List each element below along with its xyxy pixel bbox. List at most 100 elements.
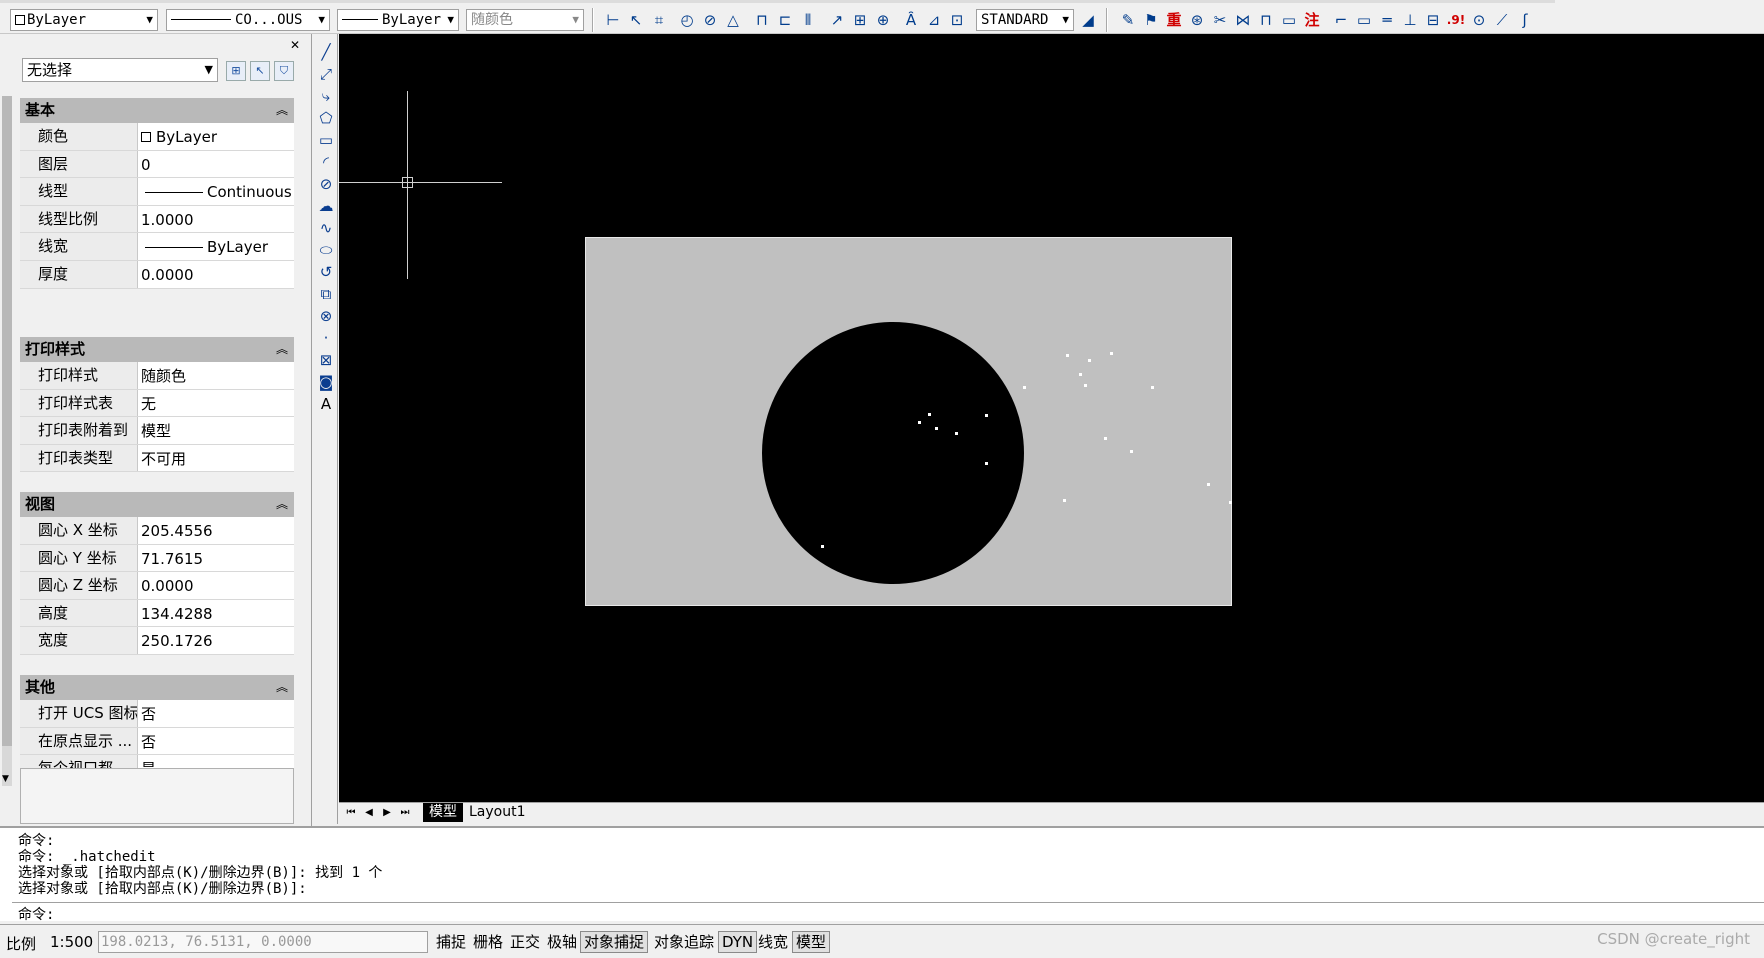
insert-block-icon[interactable]: ⧉: [316, 284, 336, 304]
property-row[interactable]: 线宽 ByLayer: [20, 233, 294, 261]
grid-toggle[interactable]: 栅格: [469, 931, 507, 953]
center-mark-icon[interactable]: ⊕: [873, 10, 893, 30]
line-slope-icon[interactable]: ⟋: [1492, 10, 1512, 30]
break-line-icon[interactable]: ʃ: [1515, 10, 1535, 30]
tab-layout1[interactable]: Layout1: [463, 803, 532, 822]
point-tool-icon[interactable]: ·: [316, 328, 336, 348]
group-icon[interactable]: ⊛: [1187, 10, 1207, 30]
dim-aligned-icon[interactable]: ↖: [626, 10, 646, 30]
circle-icon[interactable]: ⊘: [316, 174, 336, 194]
collapse-icon[interactable]: ︽: [276, 98, 288, 123]
leader-icon[interactable]: ↗: [827, 10, 847, 30]
osnap-toggle[interactable]: 对象捕捉: [580, 931, 649, 953]
next-tab-icon[interactable]: ▶: [379, 804, 395, 821]
properties-scrollbar[interactable]: ▼: [2, 96, 12, 786]
polar-toggle[interactable]: 极轴: [543, 931, 581, 953]
section-header-plot-style[interactable]: 打印样式 ︽: [20, 337, 294, 362]
property-row[interactable]: 颜色 ByLayer: [20, 123, 294, 151]
property-row[interactable]: 圆心 Y 坐标 71.7615: [20, 544, 294, 573]
ellipse-arc-icon[interactable]: ↺: [316, 262, 336, 282]
quick-dim-icon[interactable]: ⊓: [752, 10, 772, 30]
break-icon[interactable]: ✂: [1210, 10, 1230, 30]
dim-diameter-icon[interactable]: ⊘: [700, 10, 720, 30]
property-row[interactable]: 高度 134.4288: [20, 599, 294, 628]
first-tab-icon[interactable]: ⏮: [343, 804, 359, 821]
property-row[interactable]: 宽度 250.1726: [20, 627, 294, 655]
collapse-icon[interactable]: ︽: [276, 675, 288, 700]
overlap-icon[interactable]: 重: [1164, 10, 1184, 30]
property-row[interactable]: 圆心 Z 坐标 0.0000: [20, 572, 294, 600]
section-header-view[interactable]: 视图 ︽: [20, 492, 294, 517]
multiline-text-icon[interactable]: A: [316, 394, 336, 414]
plotstyle-combo[interactable]: 随颜色 ▼: [466, 9, 584, 31]
lineweight-toggle[interactable]: 线宽: [754, 931, 792, 953]
property-row[interactable]: 打印表附着到 模型: [20, 417, 294, 445]
make-block-icon[interactable]: ⊗: [316, 306, 336, 326]
section-header-misc[interactable]: 其他 ︽: [20, 675, 294, 700]
text-box-icon[interactable]: ⊟: [1423, 10, 1443, 30]
property-row[interactable]: 图层 0: [20, 150, 294, 179]
double-line-icon[interactable]: ═: [1377, 10, 1397, 30]
dim-ordinate-icon[interactable]: ⌗: [649, 10, 669, 30]
scroll-down-icon[interactable]: ▼: [2, 774, 9, 784]
lineweight-combo[interactable]: ByLayer ▼: [337, 9, 459, 31]
property-row[interactable]: 线型 Continuous: [20, 178, 294, 206]
dim-text-edit-icon[interactable]: ⊿: [924, 10, 944, 30]
dim-angular-icon[interactable]: △: [723, 10, 743, 30]
color-combo[interactable]: ByLayer ▼: [10, 9, 158, 31]
dimstyle-manager-icon[interactable]: ◢: [1078, 10, 1098, 30]
point-icon[interactable]: ⊙: [1469, 10, 1489, 30]
decimal-icon[interactable]: .9!: [1446, 10, 1466, 30]
property-row[interactable]: 打印样式 随颜色: [20, 362, 294, 390]
line-tool-icon[interactable]: ╱: [316, 42, 336, 62]
property-row[interactable]: 打印表类型 不可用: [20, 444, 294, 473]
drawing-canvas[interactable]: [339, 34, 1764, 802]
rectangle-tool-icon[interactable]: ▭: [1354, 10, 1374, 30]
arc-icon[interactable]: ◜: [316, 152, 336, 172]
tolerance-icon[interactable]: ⊞: [850, 10, 870, 30]
scale-value[interactable]: 1:500: [50, 933, 93, 951]
section-header-basic[interactable]: 基本 ︽: [20, 98, 294, 123]
otrack-toggle[interactable]: 对象追踪: [650, 931, 718, 953]
property-row[interactable]: 打开 UCS 图标否: [20, 700, 294, 728]
dim-baseline-icon[interactable]: ⊏: [775, 10, 795, 30]
pickadd-toggle-icon[interactable]: ⊞: [226, 61, 246, 81]
selection-dropdown[interactable]: 无选择 ▼: [22, 58, 218, 82]
dyn-toggle[interactable]: DYN: [718, 931, 758, 953]
collapse-icon[interactable]: ︽: [276, 492, 288, 517]
revision-cloud-icon[interactable]: ☁: [316, 196, 336, 216]
property-row[interactable]: 在原点显示 ... 否: [20, 727, 294, 756]
annotate-icon[interactable]: 注: [1302, 10, 1322, 30]
ortho-toggle[interactable]: 正交: [506, 931, 544, 953]
coordinate-readout[interactable]: 198.0213, 76.5131, 0.0000: [98, 931, 428, 953]
dim-linear-icon[interactable]: ⊢: [603, 10, 623, 30]
scrollbar-thumb[interactable]: [2, 96, 12, 746]
dim-continue-icon[interactable]: ⫴: [798, 10, 818, 30]
polyline-icon[interactable]: ⤷: [316, 86, 336, 106]
dim-radius-icon[interactable]: ◴: [677, 10, 697, 30]
last-tab-icon[interactable]: ⏭: [397, 804, 413, 821]
close-icon[interactable]: ✕: [290, 38, 300, 52]
construction-line-icon[interactable]: ⤢: [316, 64, 336, 84]
dimstyle-combo[interactable]: STANDARD ▼: [976, 9, 1074, 31]
dim-update-icon[interactable]: ⊡: [947, 10, 967, 30]
corner-icon[interactable]: ⌐: [1331, 10, 1351, 30]
circle-boundary[interactable]: [762, 322, 1024, 584]
measure-icon[interactable]: ⊓: [1256, 10, 1276, 30]
rectangle-icon[interactable]: ▭: [316, 130, 336, 150]
property-row[interactable]: 厚度 0.0000: [20, 260, 294, 289]
prev-tab-icon[interactable]: ◀: [361, 804, 377, 821]
ruler-icon[interactable]: ▭: [1279, 10, 1299, 30]
hatch-line-icon[interactable]: ⊥: [1400, 10, 1420, 30]
quick-select-icon[interactable]: ⛉: [274, 61, 294, 81]
region-icon[interactable]: ◙: [316, 372, 336, 392]
collapse-icon[interactable]: ︽: [276, 337, 288, 362]
snap-toggle[interactable]: 捕捉: [432, 931, 470, 953]
command-input[interactable]: 命令:: [18, 904, 54, 924]
join-icon[interactable]: ⋈: [1233, 10, 1253, 30]
linetype-combo[interactable]: CO...OUS ▼: [166, 9, 330, 31]
dim-edit-icon[interactable]: Ȃ: [901, 10, 921, 30]
hatched-rectangle[interactable]: [585, 237, 1232, 606]
model-toggle[interactable]: 模型: [792, 931, 831, 953]
select-objects-icon[interactable]: ↖: [250, 61, 270, 81]
